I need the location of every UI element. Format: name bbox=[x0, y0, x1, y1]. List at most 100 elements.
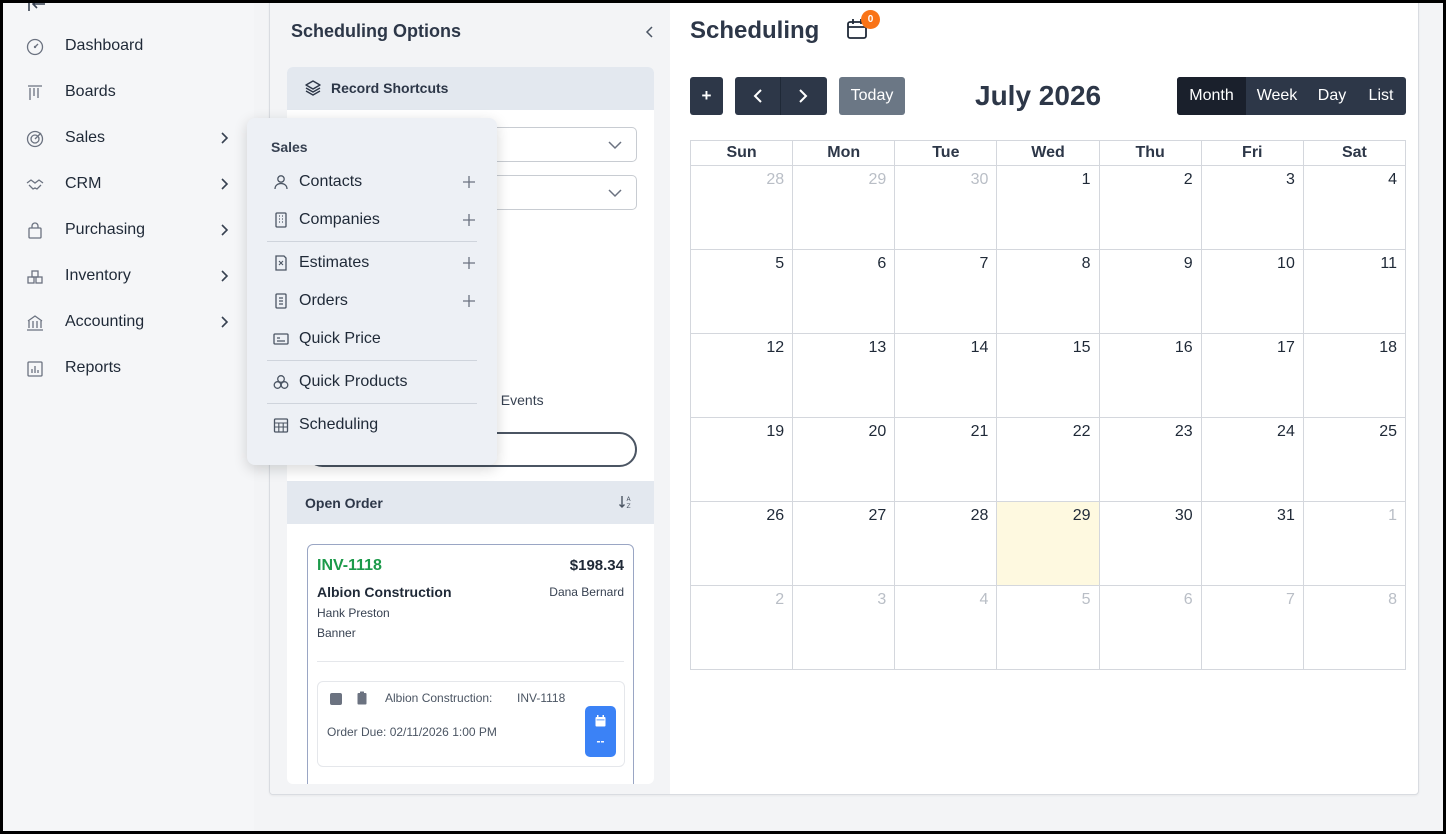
sidebar-item-label: Reports bbox=[65, 359, 122, 376]
calendar-day-cell[interactable]: 4 bbox=[894, 585, 998, 670]
calendar-day-cell[interactable]: 5 bbox=[996, 585, 1100, 670]
calendar-day-cell[interactable]: 20 bbox=[792, 417, 896, 502]
calendar-day-cell[interactable]: 17 bbox=[1200, 333, 1304, 418]
calendar-day-cell[interactable]: 5 bbox=[689, 249, 794, 334]
crm-icon bbox=[26, 179, 44, 190]
add-event-button[interactable]: + bbox=[690, 77, 723, 115]
weekday-header: Thu bbox=[1098, 140, 1202, 166]
sidebar-item-reports[interactable]: Reports bbox=[3, 349, 254, 389]
open-order-header: Open Order AZ bbox=[287, 481, 654, 524]
user-icon bbox=[274, 175, 288, 190]
calendar-day-cell[interactable]: 9 bbox=[1098, 249, 1202, 334]
today-button[interactable]: Today bbox=[839, 77, 905, 115]
menu-item-orders[interactable]: Orders bbox=[267, 284, 479, 318]
plus-icon[interactable] bbox=[462, 294, 476, 308]
view-day-button[interactable]: Day bbox=[1308, 77, 1356, 115]
calendar-day-cell[interactable]: 3 bbox=[792, 585, 896, 670]
plus-icon[interactable] bbox=[462, 256, 476, 270]
menu-item-contacts[interactable]: Contacts bbox=[267, 165, 479, 199]
calendar-day-cell[interactable]: 16 bbox=[1098, 333, 1202, 418]
calendar-day-cell[interactable]: 23 bbox=[1098, 417, 1202, 502]
chevron-down-icon bbox=[608, 189, 622, 198]
calendar-day-cell[interactable]: 26 bbox=[689, 501, 794, 586]
calendar-day-cell[interactable]: 29 bbox=[996, 501, 1100, 586]
menu-item-label: Quick Products bbox=[299, 373, 408, 390]
sidebar-item-label: Purchasing bbox=[65, 221, 146, 238]
calendar-week-row: 26 27 28 29 30 31 1 bbox=[689, 501, 1407, 586]
calendar-day-cell[interactable]: 1 bbox=[1302, 501, 1407, 586]
chevron-right-icon bbox=[221, 270, 229, 282]
order-number[interactable]: INV-1118 bbox=[317, 557, 382, 575]
order-contact: Hank Preston bbox=[317, 606, 390, 620]
divider bbox=[780, 77, 781, 115]
calendar-day-cell[interactable]: 11 bbox=[1302, 249, 1407, 334]
calendar-day-cell[interactable]: 6 bbox=[1098, 585, 1202, 670]
menu-item-scheduling[interactable]: Scheduling bbox=[267, 408, 479, 442]
collapse-panel-icon[interactable] bbox=[644, 25, 656, 39]
calendar-day-cell[interactable]: 22 bbox=[996, 417, 1100, 502]
view-week-button[interactable]: Week bbox=[1246, 77, 1308, 115]
calendar-day-cell[interactable]: 27 bbox=[792, 501, 896, 586]
calendar-day-cell[interactable]: 28 bbox=[894, 501, 998, 586]
view-list-button[interactable]: List bbox=[1356, 77, 1406, 115]
view-month-button[interactable]: Month bbox=[1177, 77, 1246, 115]
sidebar-item-sales[interactable]: Sales bbox=[3, 119, 254, 159]
calendar-day-cell[interactable]: 28 bbox=[689, 165, 794, 250]
calendar-day-cell[interactable]: 6 bbox=[792, 249, 896, 334]
sort-icon[interactable]: AZ bbox=[618, 494, 634, 510]
calendar-day-cell[interactable]: 30 bbox=[1098, 501, 1202, 586]
calendar-day-cell[interactable]: 15 bbox=[996, 333, 1100, 418]
sidebar-item-label: Sales bbox=[65, 129, 106, 146]
sidebar-item-boards[interactable]: Boards bbox=[3, 73, 254, 113]
products-icon bbox=[273, 375, 289, 389]
order-amount: $198.34 bbox=[569, 557, 624, 574]
calendar-day-cell[interactable]: 25 bbox=[1302, 417, 1407, 502]
plus-icon[interactable] bbox=[462, 175, 476, 189]
chevron-left-icon[interactable] bbox=[752, 89, 764, 103]
calendar-day-cell[interactable]: 12 bbox=[689, 333, 794, 418]
calendar-day-cell[interactable]: 19 bbox=[689, 417, 794, 502]
chevron-right-icon[interactable] bbox=[797, 89, 809, 103]
weekday-header: Mon bbox=[792, 140, 896, 166]
calendar-day-cell[interactable]: 8 bbox=[996, 249, 1100, 334]
sidebar-item-crm[interactable]: CRM bbox=[3, 165, 254, 205]
calendar-day-cell[interactable]: 13 bbox=[792, 333, 896, 418]
sidebar-item-accounting[interactable]: Accounting bbox=[3, 303, 254, 343]
menu-item-quick-products[interactable]: Quick Products bbox=[267, 365, 479, 399]
menu-item-estimates[interactable]: Estimates bbox=[267, 246, 479, 280]
order-event-card[interactable]: Albion Construction: INV-1118 Order Due:… bbox=[317, 681, 625, 767]
calendar-day-cell[interactable]: 3 bbox=[1200, 165, 1304, 250]
calendar-day-cell[interactable]: 31 bbox=[1200, 501, 1304, 586]
sidebar-item-dashboard[interactable]: Dashboard bbox=[3, 27, 254, 67]
calendar-day-cell[interactable]: 24 bbox=[1200, 417, 1304, 502]
divider bbox=[267, 403, 477, 404]
calendar-day-cell[interactable]: 1 bbox=[996, 165, 1100, 250]
calendar-day-cell[interactable]: 8 bbox=[1302, 585, 1407, 670]
calendar-day-cell[interactable]: 30 bbox=[894, 165, 998, 250]
calendar-day-cell[interactable]: 10 bbox=[1200, 249, 1304, 334]
month-title: July 2026 bbox=[975, 80, 1102, 111]
menu-item-quick-price[interactable]: Quick Price bbox=[267, 322, 479, 356]
menu-item-label: Contacts bbox=[299, 173, 363, 190]
collapse-sidebar-icon[interactable] bbox=[27, 3, 47, 11]
calendar-week-row: 12 13 14 15 16 17 18 bbox=[689, 333, 1407, 418]
open-order-card[interactable]: INV-1118 $198.34 Albion Construction Dan… bbox=[307, 544, 634, 784]
menu-item-label: Companies bbox=[299, 211, 380, 228]
calendar-day-cell[interactable]: 18 bbox=[1302, 333, 1407, 418]
options-title: Scheduling Options bbox=[291, 21, 461, 41]
sidebar-item-inventory[interactable]: Inventory bbox=[3, 257, 254, 297]
calendar-day-cell[interactable]: 29 bbox=[792, 165, 896, 250]
accounting-icon bbox=[27, 315, 43, 331]
calendar-day-cell[interactable]: 2 bbox=[1098, 165, 1202, 250]
plus-icon[interactable] bbox=[462, 213, 476, 227]
calendar-day-cell[interactable]: 2 bbox=[689, 585, 794, 670]
calendar-day-cell[interactable]: 4 bbox=[1302, 165, 1407, 250]
schedule-event-button[interactable]: -- bbox=[585, 706, 616, 757]
menu-item-companies[interactable]: Companies bbox=[267, 203, 479, 237]
calendar-day-cell[interactable]: 7 bbox=[894, 249, 998, 334]
calendar-day-cell[interactable]: 21 bbox=[894, 417, 998, 502]
record-shortcuts-header[interactable]: Record Shortcuts bbox=[287, 67, 654, 110]
sidebar-item-purchasing[interactable]: Purchasing bbox=[3, 211, 254, 251]
calendar-day-cell[interactable]: 7 bbox=[1200, 585, 1304, 670]
calendar-day-cell[interactable]: 14 bbox=[894, 333, 998, 418]
